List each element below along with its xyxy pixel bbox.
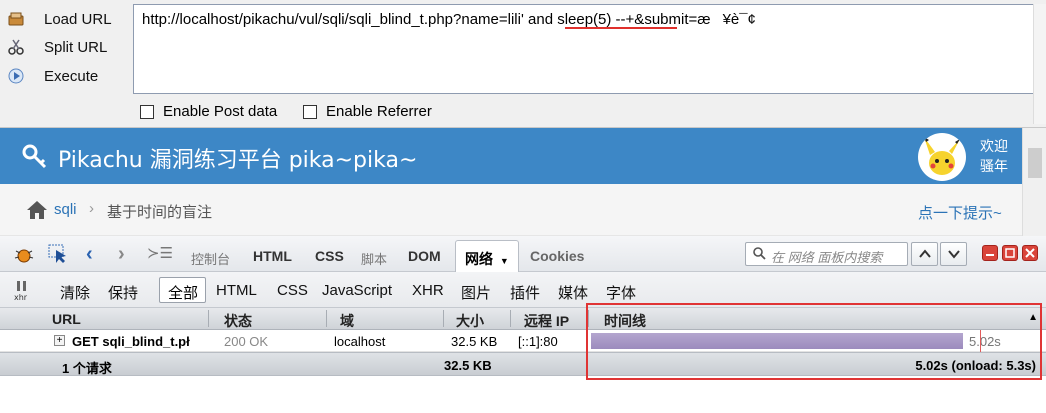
breadcrumb: sqli › 基于时间的盲注 点一下提示~ <box>0 184 1022 236</box>
hackbar-panel: Load URL Split URL Execute http://localh… <box>0 0 1046 128</box>
request-remote-ip: [::1]:80 <box>518 334 558 349</box>
checkbox-box[interactable] <box>303 104 317 119</box>
filter-images[interactable]: 图片 <box>461 282 491 303</box>
svg-text:xhr: xhr <box>14 293 28 301</box>
enable-referrer-checkbox[interactable]: Enable Referrer <box>303 103 432 120</box>
page-scrollbar[interactable] <box>1022 128 1046 236</box>
chevron-down-icon: ▼ <box>499 256 509 266</box>
filter-css[interactable]: CSS <box>277 282 308 299</box>
filter-javascript[interactable]: JavaScript <box>322 282 392 299</box>
url-textarea[interactable]: http://localhost/pikachu/vul/sqli/sqli_b… <box>133 4 1043 94</box>
payload-underline <box>565 27 677 29</box>
breadcrumb-sqli-link[interactable]: sqli <box>54 201 77 218</box>
search-prev-button[interactable] <box>911 242 938 266</box>
highlight-box <box>586 303 1042 380</box>
home-icon[interactable] <box>26 200 48 223</box>
xhr-pause-icon[interactable]: xhr <box>12 279 34 304</box>
detach-icon <box>1005 248 1015 258</box>
column-divider <box>208 310 209 327</box>
site-title[interactable]: Pikachu 漏洞练习平台 pika~pika~ <box>58 142 417 174</box>
tab-html[interactable]: HTML <box>253 248 292 264</box>
tab-script[interactable]: 脚本 <box>361 249 387 268</box>
column-domain[interactable]: 域 <box>340 311 354 331</box>
search-next-button[interactable] <box>940 242 967 266</box>
breadcrumb-current: 基于时间的盲注 <box>107 204 213 221</box>
load-url-icon <box>6 9 26 29</box>
play-icon <box>6 66 26 86</box>
command-line-icon[interactable]: ≻☰ <box>147 244 173 262</box>
hackbar-scrollbar[interactable] <box>1033 4 1046 124</box>
chevron-down-icon <box>948 250 960 259</box>
column-status[interactable]: 状态 <box>224 311 252 331</box>
persist-button[interactable]: 保持 <box>108 282 138 303</box>
hint-link[interactable]: 点一下提示~ <box>918 202 1002 223</box>
column-divider <box>443 310 444 327</box>
filter-media[interactable]: 媒体 <box>558 282 588 303</box>
firebug-toolbar: ‹ › ≻☰ 控制台 HTML CSS 脚本 DOM 网络 ▼ Cookies … <box>0 236 1046 272</box>
minimize-button[interactable] <box>982 245 998 261</box>
firebug-bug-icon[interactable] <box>14 246 34 267</box>
filter-html[interactable]: HTML <box>216 282 257 299</box>
clear-button[interactable]: 清除 <box>60 282 90 303</box>
detach-button[interactable] <box>1002 245 1018 261</box>
key-icon <box>22 144 48 173</box>
request-count: 1 个请求 <box>62 361 112 376</box>
chevron-up-icon <box>919 249 931 258</box>
close-button[interactable] <box>1022 245 1038 261</box>
tab-console[interactable]: 控制台 <box>191 249 230 268</box>
forward-arrow-icon[interactable]: › <box>118 243 125 266</box>
filter-all[interactable]: 全部 <box>159 277 206 303</box>
request-size: 32.5 KB <box>451 334 498 349</box>
column-url[interactable]: URL <box>52 311 81 327</box>
tab-cookies[interactable]: Cookies <box>530 248 584 264</box>
welcome-text: 欢迎 骚年 <box>980 138 1008 174</box>
request-domain: localhost <box>334 334 386 349</box>
tab-dom[interactable]: DOM <box>408 248 441 264</box>
load-url-button[interactable]: Load URL <box>6 7 112 31</box>
scissors-icon <box>6 37 26 57</box>
request-url[interactable]: GET sqli_blind_t.pł <box>72 334 204 349</box>
breadcrumb-separator: › <box>89 200 94 217</box>
panel-search-input[interactable]: 在 网络 面板内搜索 <box>745 242 908 266</box>
split-url-button[interactable]: Split URL <box>6 35 107 59</box>
expand-icon[interactable]: + <box>54 335 65 346</box>
checkbox-box[interactable] <box>140 104 154 119</box>
minimize-icon <box>986 254 994 256</box>
column-divider <box>510 310 511 327</box>
column-remote-ip[interactable]: 远程 IP <box>524 311 569 331</box>
web-page: Pikachu 漏洞练习平台 pika~pika~ 欢迎 骚年 sqli › 基… <box>0 128 1046 236</box>
inspect-icon[interactable] <box>48 244 70 267</box>
tab-network[interactable]: 网络 ▼ <box>455 240 519 272</box>
search-icon <box>752 246 766 263</box>
column-size[interactable]: 大小 <box>456 311 484 331</box>
tab-css[interactable]: CSS <box>315 248 344 264</box>
enable-post-checkbox[interactable]: Enable Post data <box>140 103 277 120</box>
execute-button[interactable]: Execute <box>6 64 98 88</box>
total-size: 32.5 KB <box>444 358 492 373</box>
close-icon <box>1025 248 1035 258</box>
column-divider <box>326 310 327 327</box>
filter-plugins[interactable]: 插件 <box>510 282 540 303</box>
scrollbar-thumb[interactable] <box>1028 148 1042 178</box>
back-arrow-icon[interactable]: ‹ <box>86 243 93 266</box>
filter-fonts[interactable]: 字体 <box>606 282 636 303</box>
site-header: Pikachu 漏洞练习平台 pika~pika~ 欢迎 骚年 <box>0 128 1022 184</box>
pikachu-avatar[interactable] <box>918 133 966 181</box>
filter-xhr[interactable]: XHR <box>412 282 444 299</box>
request-status: 200 OK <box>224 334 269 349</box>
